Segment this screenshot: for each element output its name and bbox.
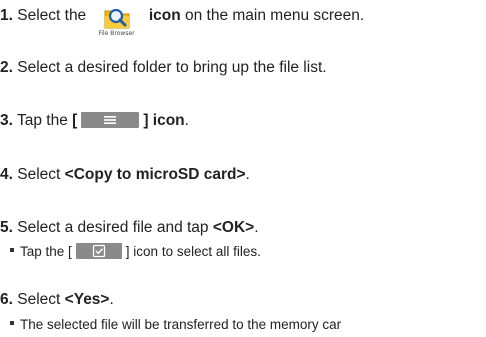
step-6-text-pre: Select — [17, 291, 61, 308]
step-5-note: Tap the [ ] icon to select all files. — [10, 243, 261, 261]
step-6-note: The selected file will be transferred to… — [10, 316, 341, 334]
select-all-checkbox-icon — [75, 243, 122, 260]
step-6-number: 6. — [0, 291, 13, 308]
step-2: 2. Select a desired folder to bring up t… — [0, 58, 327, 78]
step-4-bold: <Copy to microSD card> — [64, 166, 246, 183]
step-3-text-pre: Tap the — [16, 112, 68, 129]
menu-icon — [81, 111, 140, 128]
instruction-page: 1. Select the File Browser icon on the m… — [0, 0, 486, 337]
bullet-icon — [10, 248, 14, 253]
step-3-bracket-close: ] icon — [143, 112, 185, 129]
bullet-icon — [10, 321, 14, 326]
step-6: 6. Select <Yes>. — [0, 290, 114, 310]
step-5: 5. Select a desired file and tap <OK>. — [0, 218, 259, 238]
step-2-number: 2. — [0, 59, 13, 76]
step-4-text-pre: Select — [17, 166, 61, 183]
step-3-bracket-open: [ — [72, 112, 78, 129]
step-5-number: 5. — [0, 219, 13, 236]
step-6-note-text: The selected file will be transferred to… — [20, 317, 342, 332]
step-1-bold: icon — [148, 7, 181, 24]
step-5-bold: <OK> — [212, 219, 255, 236]
step-5-text-post: . — [254, 219, 259, 236]
step-1: 1. Select the File Browser icon on the m… — [0, 6, 365, 37]
step-3-number: 3. — [0, 112, 13, 129]
step-3-text-post: . — [184, 112, 189, 129]
step-5-note-pre: Tap the [ — [20, 244, 72, 259]
step-1-number: 1. — [0, 7, 13, 24]
step-1-text-post: on the main menu screen. — [185, 7, 365, 24]
file-browser-caption: File Browser — [98, 30, 135, 37]
file-browser-icon: File Browser — [95, 6, 139, 37]
step-6-text-post: . — [109, 291, 114, 308]
step-2-text: Select a desired folder to bring up the … — [17, 59, 327, 76]
step-5-note-post: ] icon to select all files. — [125, 244, 261, 259]
step-5-text-pre: Select a desired file and tap — [17, 219, 209, 236]
step-4: 4. Select <Copy to microSD card>. — [0, 165, 250, 185]
step-3: 3. Tap the [ ] icon. — [0, 111, 189, 131]
step-1-text-pre: Select the — [17, 7, 87, 24]
step-6-bold: <Yes> — [64, 291, 110, 308]
step-4-number: 4. — [0, 166, 13, 183]
step-4-text-post: . — [245, 166, 250, 183]
